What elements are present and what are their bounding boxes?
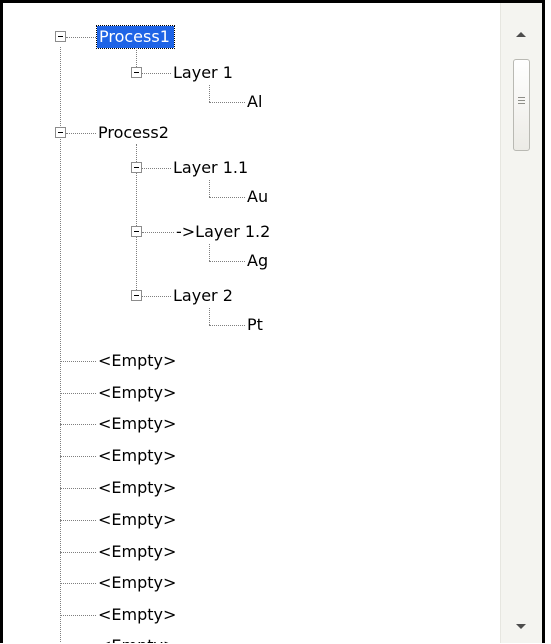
tree-node-material[interactable]: Pt: [246, 314, 264, 336]
tree-node-empty[interactable]: <Empty>: [97, 541, 177, 563]
tree-connector: [142, 168, 171, 169]
collapse-toggle-icon[interactable]: [55, 31, 66, 42]
tree-connector: [209, 308, 210, 325]
tree-connector: [209, 197, 245, 198]
collapse-toggle-icon[interactable]: [131, 290, 142, 301]
tree-node-empty[interactable]: <Empty>: [97, 445, 177, 467]
tree-node-empty[interactable]: <Empty>: [97, 477, 177, 499]
tree-view[interactable]: Process1 Layer 1 Al Process2 Layer 1.1 A…: [3, 3, 500, 643]
tree-node-empty[interactable]: <Empty>: [97, 604, 177, 626]
grip-line: [518, 100, 525, 101]
tree-connector: [209, 244, 210, 261]
grip-line: [518, 103, 525, 104]
tree-node-empty[interactable]: <Empty>: [97, 382, 177, 404]
tree-control: Process1 Layer 1 Al Process2 Layer 1.1 A…: [0, 0, 545, 643]
tree-connector: [142, 296, 171, 297]
tree-node-process2[interactable]: Process2: [97, 122, 170, 144]
tree-node-layer[interactable]: Layer 1.1: [172, 157, 249, 179]
tree-node-layer[interactable]: Layer 2: [172, 285, 234, 307]
tree-node-material[interactable]: Ag: [246, 250, 269, 272]
tree-connector: [66, 133, 96, 134]
tree-connector: [60, 552, 96, 553]
tree-connector: [60, 456, 96, 457]
collapse-toggle-icon[interactable]: [131, 226, 142, 237]
tree-connector: [60, 361, 96, 362]
tree-connector: [66, 37, 96, 38]
tree-connector: [209, 325, 245, 326]
collapse-toggle-icon[interactable]: [131, 162, 142, 173]
tree-connector: [60, 583, 96, 584]
tree-connector: [209, 261, 245, 262]
vertical-scrollbar[interactable]: [500, 3, 542, 643]
tree-connector: [60, 424, 96, 425]
tree-node-empty[interactable]: <Empty>: [97, 350, 177, 372]
tree-node-empty[interactable]: <Empty>: [97, 413, 177, 435]
tree-connector: [142, 73, 171, 74]
tree-node-empty[interactable]: <Empty>: [97, 635, 177, 643]
grip-line: [518, 97, 525, 98]
tree-connector: [209, 102, 245, 103]
tree-connector: [142, 232, 174, 233]
tree-connector: [209, 85, 210, 102]
tree-node-process1[interactable]: Process1: [96, 25, 175, 49]
arrow-up-icon[interactable]: [516, 32, 526, 37]
tree-connector: [60, 615, 96, 616]
tree-node-layer[interactable]: ->Layer 1.2: [175, 221, 271, 243]
collapse-toggle-icon[interactable]: [131, 67, 142, 78]
tree-connector: [60, 520, 96, 521]
collapse-toggle-icon[interactable]: [55, 127, 66, 138]
tree-node-material[interactable]: Au: [246, 186, 269, 208]
tree-node-empty[interactable]: <Empty>: [97, 572, 177, 594]
tree-connector: [209, 180, 210, 197]
tree-connector: [60, 488, 96, 489]
scrollbar-thumb[interactable]: [513, 59, 530, 151]
arrow-down-icon[interactable]: [516, 624, 526, 629]
tree-node-material[interactable]: Al: [246, 91, 263, 113]
tree-node-empty[interactable]: <Empty>: [97, 509, 177, 531]
tree-connector: [136, 48, 137, 67]
tree-node-layer[interactable]: Layer 1: [172, 62, 234, 84]
tree-connector: [60, 393, 96, 394]
